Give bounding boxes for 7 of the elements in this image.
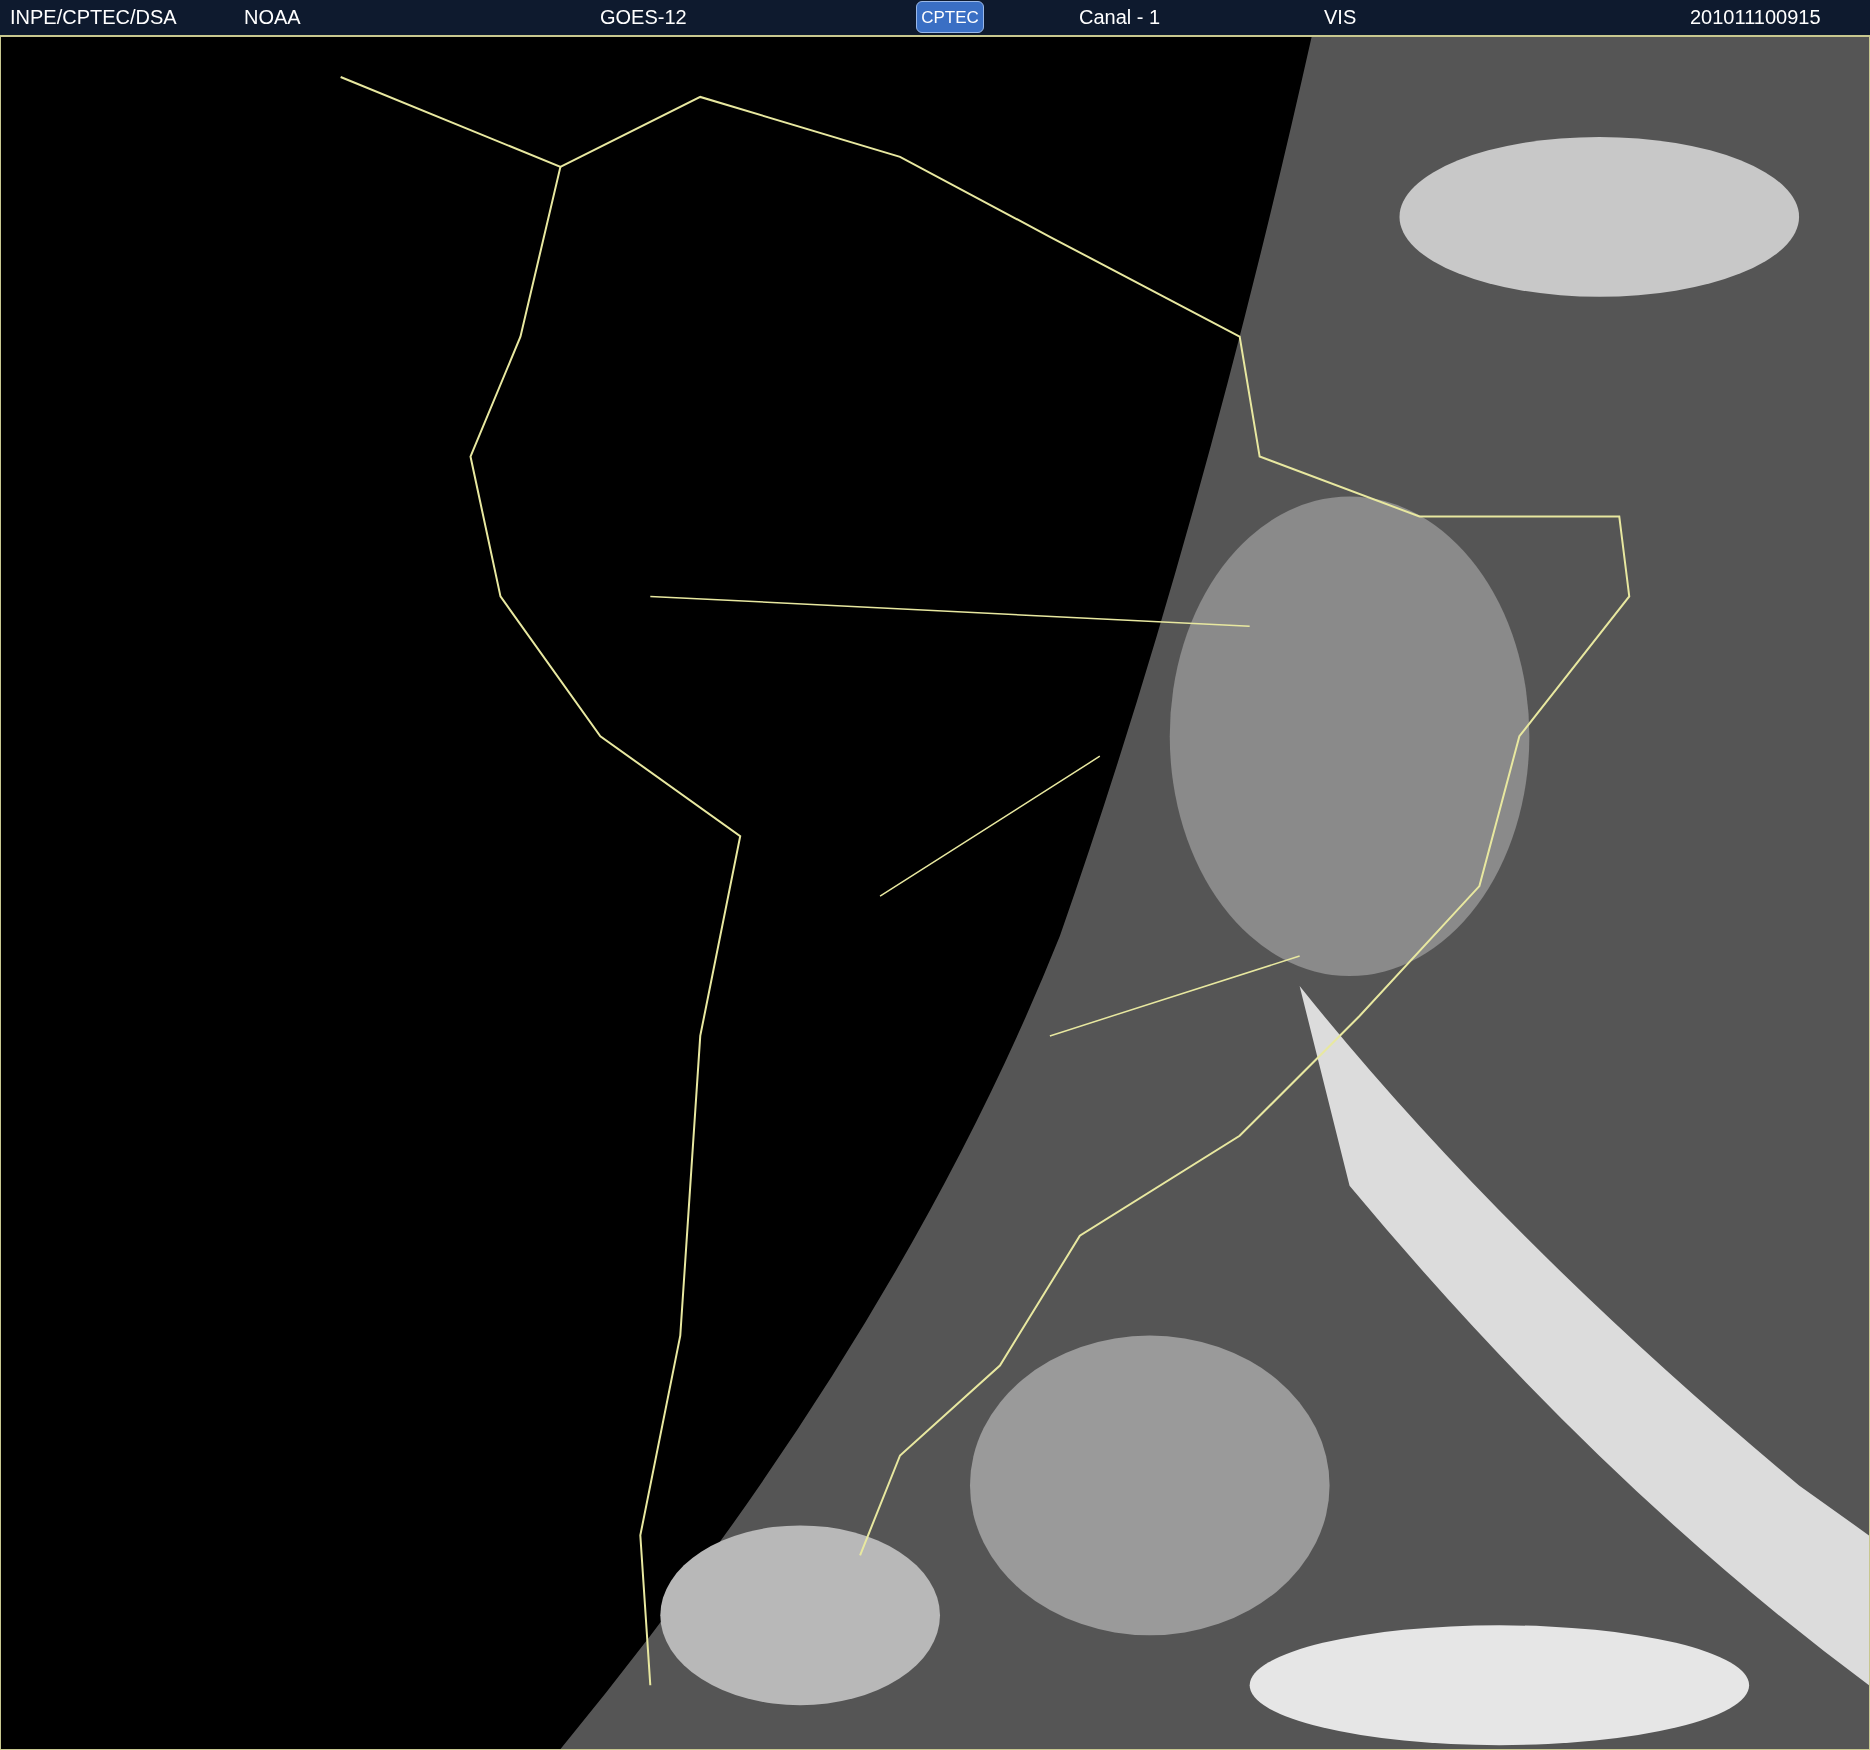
band-label: VIS — [1324, 7, 1358, 28]
logo: CPTEC — [916, 1, 984, 34]
channel-label: Canal - 1 — [1079, 7, 1162, 28]
agency-label: NOAA — [244, 7, 302, 28]
timestamp-label: 201011100915 — [1690, 7, 1821, 28]
source-label: INPE/CPTEC/DSA — [10, 7, 178, 28]
satellite-label: GOES-12 — [600, 7, 688, 28]
